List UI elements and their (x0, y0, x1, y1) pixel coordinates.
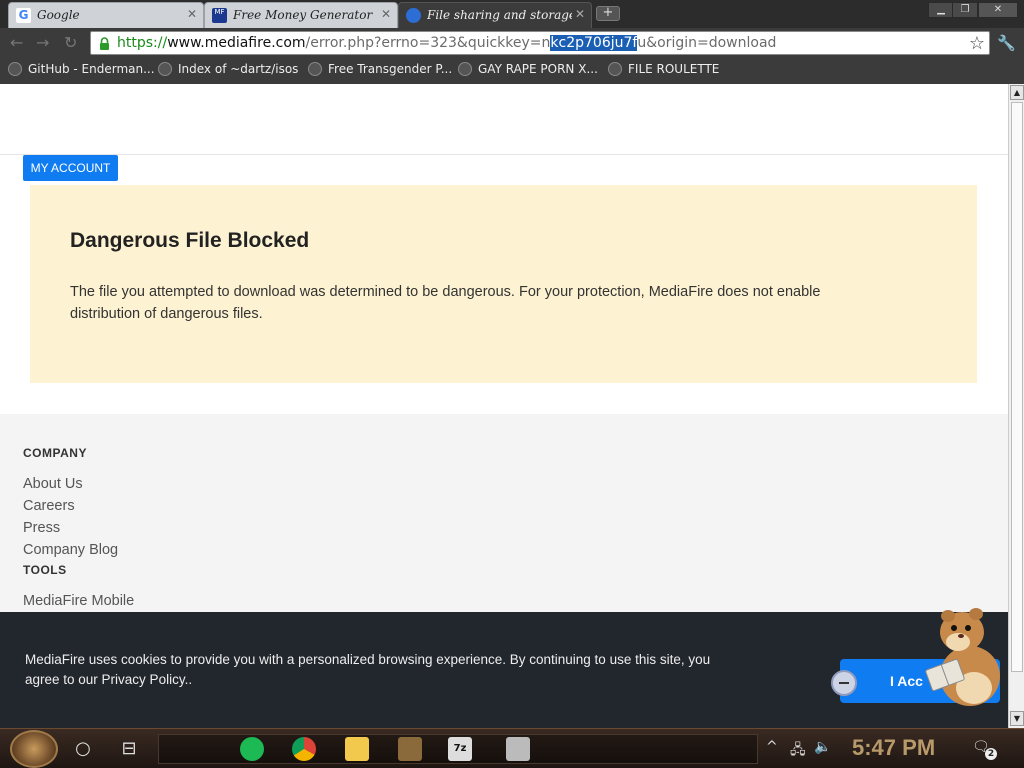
globe-icon (8, 62, 22, 76)
forward-arrow-icon[interactable]: → (36, 33, 49, 52)
bookmark-star-icon[interactable]: ☆ (969, 33, 985, 54)
bookmark-item[interactable]: Index of ~dartz/isos (158, 62, 298, 76)
notification-count-badge: 2 (985, 748, 997, 760)
maximize-button[interactable]: ❐ (952, 2, 978, 18)
bookmark-item[interactable]: FILE ROULETTE (608, 62, 719, 76)
clock[interactable]: 5:47 PM (852, 735, 935, 761)
bookmark-label: Index of ~dartz/isos (178, 62, 299, 76)
scroll-down-arrow-icon[interactable]: ▼ (1010, 711, 1024, 726)
hamster-reading-icon (925, 608, 1000, 706)
close-window-button[interactable]: ✕ (978, 2, 1018, 18)
browser-chrome: G Google ✕ MF Free Money Generator ✕ Fil… (0, 0, 1024, 84)
globe-icon (158, 62, 172, 76)
blocked-file-alert: Dangerous File Blocked The file you atte… (30, 185, 977, 383)
my-account-button[interactable]: MY ACCOUNT (23, 155, 118, 181)
bookmark-label: FILE ROULETTE (628, 62, 720, 76)
footer-link-mediafire-mobile[interactable]: MediaFire Mobile (23, 593, 134, 609)
7zip-icon[interactable]: 7z (448, 737, 472, 761)
close-icon[interactable]: ✕ (187, 7, 197, 21)
tab-mediafire[interactable]: File sharing and storage m ✕ (398, 2, 592, 28)
address-bar[interactable]: https://www.mediafire.com/error.php?errn… (90, 31, 990, 55)
spotify-icon[interactable] (240, 737, 264, 761)
back-arrow-icon[interactable]: ← (10, 33, 23, 52)
url-path-end: u&origin=download (637, 35, 777, 51)
footer-link-press[interactable]: Press (23, 520, 60, 536)
search-circle-icon[interactable]: ○ (72, 738, 94, 760)
close-icon[interactable]: ✕ (381, 7, 391, 21)
tab-strip: G Google ✕ MF Free Money Generator ✕ Fil… (0, 0, 1024, 28)
globe-icon (608, 62, 622, 76)
bookmark-item[interactable]: GAY RAPE PORN X... (458, 62, 598, 76)
lock-icon (100, 37, 109, 50)
bookmark-label: GitHub - Enderman... (28, 62, 155, 76)
bookmark-label: GAY RAPE PORN X... (478, 62, 598, 76)
globe-icon (308, 62, 322, 76)
taskbar: ○ ⊟ 7z ^ 🖧 🔈 5:47 PM 🗨 2 (0, 728, 1024, 768)
chevron-up-icon[interactable]: ^ (766, 739, 778, 755)
toggle-knob-icon[interactable] (831, 670, 857, 696)
footer-heading-company: COMPANY (23, 446, 87, 460)
file-explorer-icon[interactable] (345, 737, 369, 761)
scroll-up-arrow-icon[interactable]: ▲ (1010, 85, 1024, 100)
tab-title: Free Money Generator (233, 8, 373, 22)
url-path: /error.php?errno=323&quickkey=n (305, 35, 551, 51)
bookmarks-bar: GitHub - Enderman... Index of ~dartz/iso… (0, 58, 1024, 84)
globe-icon (458, 62, 472, 76)
wrench-icon[interactable]: 🔧 (997, 34, 1016, 52)
google-icon: G (16, 8, 31, 23)
cookie-banner: MediaFire uses cookies to provide you wi… (0, 612, 1008, 728)
money-generator-icon: MF (212, 8, 227, 23)
new-tab-button[interactable]: + (596, 6, 620, 21)
bookmark-label: Free Transgender P... (328, 62, 453, 76)
cookie-message: MediaFire uses cookies to provide you wi… (25, 652, 711, 687)
alert-body: The file you attempted to download was d… (70, 284, 821, 322)
tab-title: Google (37, 8, 80, 22)
footer-link-about-us[interactable]: About Us (23, 476, 83, 492)
footer-heading-tools: TOOLS (23, 563, 67, 577)
mediafire-icon (406, 8, 421, 23)
start-button[interactable] (10, 730, 58, 768)
volume-muted-icon[interactable]: 🔈 (814, 739, 831, 755)
alert-title: Dangerous File Blocked (70, 229, 310, 252)
vertical-scrollbar[interactable]: ▲ ▼ (1008, 84, 1024, 728)
minimize-button[interactable]: ▁ (928, 2, 954, 18)
footer-link-careers[interactable]: Careers (23, 498, 75, 514)
url-protocol: https:// (117, 35, 168, 51)
app-icon[interactable] (506, 737, 530, 761)
network-icon[interactable]: 🖧 (790, 739, 806, 763)
footer-link-company-blog[interactable]: Company Blog (23, 542, 118, 558)
url-text: https://www.mediafire.com/error.php?errn… (117, 35, 776, 51)
reload-icon[interactable]: ↻ (64, 33, 77, 52)
site-header (0, 84, 1008, 155)
game-app-icon[interactable] (398, 737, 422, 761)
url-selection: kc2p706ju7f (550, 35, 638, 51)
tab-free-money-generator[interactable]: MF Free Money Generator ✕ (204, 2, 398, 28)
task-view-icon[interactable]: ⊟ (118, 738, 140, 760)
toolbar: ← → ↻ https://www.mediafire.com/error.ph… (0, 28, 1024, 58)
close-icon[interactable]: ✕ (575, 7, 585, 21)
scrollbar-thumb[interactable] (1011, 102, 1023, 672)
bookmark-item[interactable]: GitHub - Enderman... (8, 62, 155, 76)
bookmark-item[interactable]: Free Transgender P... (308, 62, 452, 76)
chrome-icon[interactable] (292, 737, 316, 761)
tab-google[interactable]: G Google ✕ (8, 2, 204, 28)
tab-title: File sharing and storage m (427, 8, 572, 22)
url-domain: www.mediafire.com (167, 35, 306, 51)
